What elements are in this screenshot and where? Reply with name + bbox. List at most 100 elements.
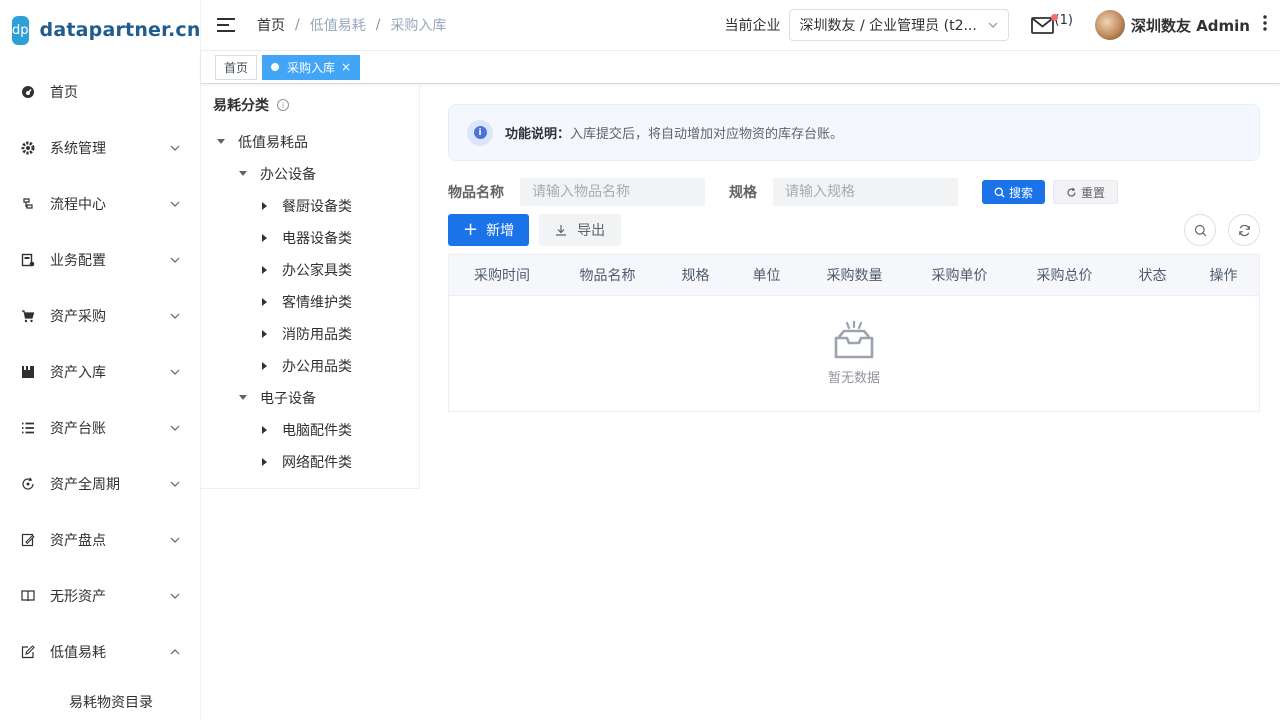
caret-right-icon[interactable] bbox=[260, 201, 270, 211]
close-icon[interactable]: × bbox=[341, 60, 351, 74]
main-content: i 功能说明： 入库提交后，将自动增加对应物资的库存台账。 物品名称 规格 搜索… bbox=[448, 104, 1260, 412]
search-button[interactable]: 搜索 bbox=[982, 180, 1046, 204]
plus-icon: + bbox=[463, 219, 479, 240]
tree-node-label: 低值易耗品 bbox=[238, 135, 308, 151]
list-icon bbox=[20, 420, 36, 436]
alert-title: 功能说明： bbox=[505, 127, 571, 142]
gear-icon bbox=[20, 140, 36, 156]
toggle-search-button[interactable] bbox=[1184, 214, 1216, 246]
tree-node[interactable]: 低值易耗品 bbox=[201, 126, 419, 158]
sidebar-item-7[interactable]: 资产全周期 bbox=[0, 456, 200, 512]
sidebar-item-9[interactable]: 无形资产 bbox=[0, 568, 200, 624]
caret-right-icon[interactable] bbox=[260, 233, 270, 243]
item-name-label: 物品名称 bbox=[448, 185, 504, 201]
mail-icon bbox=[1030, 16, 1054, 34]
sidebar-item-2[interactable]: 流程中心 bbox=[0, 176, 200, 232]
sidebar-item-label: 资产入库 bbox=[50, 365, 106, 381]
active-dot-icon bbox=[271, 63, 280, 71]
tree-node[interactable]: 客情维护类 bbox=[201, 286, 419, 318]
caret-right-icon[interactable] bbox=[260, 361, 270, 371]
caret-right-icon[interactable] bbox=[260, 457, 270, 467]
breadcrumb-separator: / bbox=[375, 17, 381, 33]
book-icon bbox=[20, 588, 36, 604]
logo[interactable]: dp datapartner.cn bbox=[0, 0, 200, 60]
hamburger-icon[interactable] bbox=[217, 18, 235, 32]
sidebar-item-1[interactable]: 系统管理 bbox=[0, 120, 200, 176]
sidebar-item-4[interactable]: 资产采购 bbox=[0, 288, 200, 344]
sidebar-item-label: 系统管理 bbox=[50, 141, 106, 157]
add-button[interactable]: + 新增 bbox=[448, 214, 530, 246]
search-icon bbox=[1194, 224, 1206, 236]
tree-title: 易耗分类 i bbox=[201, 84, 419, 126]
reset-button[interactable]: 重置 bbox=[1053, 180, 1119, 204]
tree-node[interactable]: 餐厨设备类 bbox=[201, 190, 419, 222]
tree-node[interactable]: 办公用品类 bbox=[201, 350, 419, 382]
sidebar-item-3[interactable]: 业务配置 bbox=[0, 232, 200, 288]
tree-node-label: 网络配件类 bbox=[282, 455, 352, 471]
more-vertical-icon[interactable] bbox=[1262, 15, 1268, 35]
column-header: 状态 bbox=[1138, 268, 1167, 284]
sidebar-item-8[interactable]: 资产盘点 bbox=[0, 512, 200, 568]
caret-right-icon[interactable] bbox=[260, 265, 270, 275]
column-header: 采购时间 bbox=[474, 268, 530, 284]
flow-icon bbox=[20, 196, 36, 212]
table-header: 采购时间 物品名称 规格 单位 采购数量 采购单价 采购总价 状态 操作 bbox=[449, 255, 1259, 296]
tree-node-label: 办公用品类 bbox=[282, 359, 352, 375]
export-button[interactable]: 导出 bbox=[539, 214, 622, 246]
column-header: 物品名称 bbox=[579, 268, 636, 284]
tree-node[interactable]: 电子设备 bbox=[201, 382, 419, 414]
tree-node[interactable]: 网络配件类 bbox=[201, 446, 419, 478]
company-select[interactable]: 深圳数友 / 企业管理员 (t2... bbox=[788, 9, 1009, 41]
caret-down-icon[interactable] bbox=[238, 393, 248, 403]
caret-right-icon[interactable] bbox=[260, 329, 270, 339]
caret-down-icon[interactable] bbox=[216, 137, 226, 147]
chevron-down-icon bbox=[170, 591, 180, 601]
item-name-input[interactable] bbox=[520, 178, 705, 206]
sidebar-item-5[interactable]: 资产入库 bbox=[0, 344, 200, 400]
sidebar-item-0[interactable]: 首页 bbox=[0, 64, 200, 120]
chevron-down-icon bbox=[170, 311, 180, 321]
tree-node-label: 办公设备 bbox=[260, 167, 316, 183]
info-icon[interactable]: i bbox=[277, 99, 289, 111]
purchase-table: 采购时间 物品名称 规格 单位 采购数量 采购单价 采购总价 状态 操作 暂无数据 bbox=[448, 254, 1260, 412]
logo-mark: dp bbox=[12, 15, 29, 45]
download-icon bbox=[556, 225, 567, 236]
sidebar-item-label: 业务配置 bbox=[50, 253, 106, 269]
tree-node[interactable]: 电脑配件类 bbox=[201, 414, 419, 446]
tree-node[interactable]: 电器设备类 bbox=[201, 222, 419, 254]
sidebar-item-label: 首页 bbox=[50, 85, 78, 101]
top-header: 首页 / 低值易耗 / 采购入库 当前企业 深圳数友 / 企业管理员 (t2..… bbox=[201, 0, 1280, 51]
tag-purchase-inbound[interactable]: 采购入库 × bbox=[262, 54, 361, 80]
company-label: 当前企业 bbox=[724, 18, 781, 34]
avatar bbox=[1094, 10, 1125, 40]
add-button-label: 新增 bbox=[486, 223, 515, 239]
mail-button[interactable]: (1) bbox=[1030, 13, 1073, 34]
spec-label: 规格 bbox=[729, 185, 757, 201]
sidebar-item-label: 资产盘点 bbox=[50, 533, 106, 549]
search-icon bbox=[994, 187, 1005, 197]
storage-icon bbox=[20, 364, 36, 380]
sidebar-item-10[interactable]: 低值易耗 bbox=[0, 624, 200, 680]
breadcrumb-home[interactable]: 首页 bbox=[257, 15, 285, 35]
tree-node[interactable]: 消防用品类 bbox=[201, 318, 419, 350]
sidebar-item-6[interactable]: 资产台账 bbox=[0, 400, 200, 456]
caret-down-icon[interactable] bbox=[238, 169, 248, 179]
edit-icon bbox=[20, 644, 36, 660]
caret-right-icon[interactable] bbox=[260, 425, 270, 435]
tag-home[interactable]: 首页 bbox=[215, 54, 258, 80]
refresh-button[interactable] bbox=[1228, 214, 1260, 246]
caret-right-icon[interactable] bbox=[260, 297, 270, 307]
chevron-down-icon bbox=[170, 423, 180, 433]
sidebar-item-label: 资产全周期 bbox=[50, 477, 120, 493]
tree-node[interactable]: 办公设备 bbox=[201, 158, 419, 190]
sidebar-subitem-0[interactable]: 易耗物资目录 bbox=[0, 680, 200, 720]
category-tree: 低值易耗品办公设备餐厨设备类 电器设备类 办公家具类 客情维护类 消防用品类办公用品类电… bbox=[201, 126, 419, 478]
spec-input[interactable] bbox=[773, 178, 958, 206]
chevron-down-icon bbox=[170, 199, 180, 209]
sidebar: dp datapartner.cn 首页系统管理流程中心业务配置资产采购资产入库… bbox=[0, 0, 201, 720]
user-menu[interactable]: 深圳数友 Admin bbox=[1094, 10, 1250, 40]
chevron-down-icon bbox=[170, 535, 180, 545]
sidebar-item-label: 资产采购 bbox=[50, 309, 106, 325]
tag-label: 首页 bbox=[224, 60, 249, 75]
tree-node[interactable]: 办公家具类 bbox=[201, 254, 419, 286]
